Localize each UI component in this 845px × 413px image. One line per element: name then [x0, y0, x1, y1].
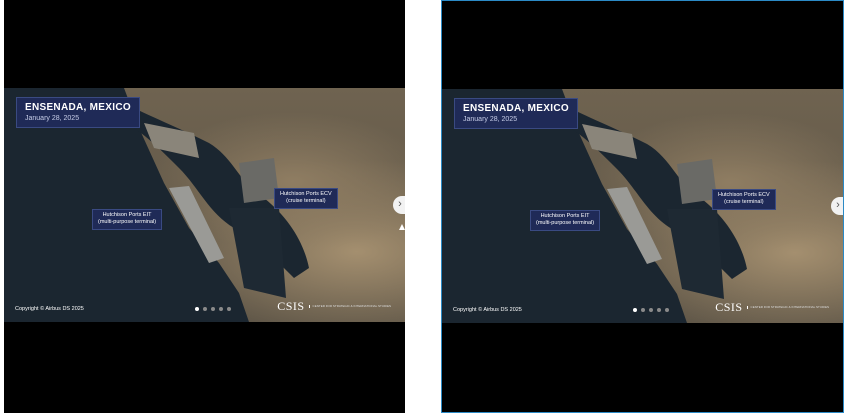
carousel-slide-right[interactable]: ENSENADA, MEXICO January 28, 2025 Hutchi… — [441, 0, 844, 413]
carousel-dot-1[interactable] — [195, 307, 199, 311]
copyright-text: Copyright © Airbus DS 2025 — [453, 307, 522, 313]
label-eit-name: Hutchison Ports EIT — [540, 213, 590, 219]
next-slide-button[interactable]: › — [831, 197, 843, 215]
location-title: ENSENADA, MEXICO — [463, 103, 569, 114]
carousel-dot-4[interactable] — [657, 308, 661, 312]
chevron-right-icon: › — [836, 199, 840, 211]
csis-logo: CSIS CENTER FOR STRATEGIC & INTERNATIONA… — [715, 300, 829, 315]
label-ecv-type: (cruise terminal) — [724, 199, 764, 206]
triangle-icon — [399, 224, 405, 230]
carousel-dot-4[interactable] — [219, 307, 223, 311]
carousel-dot-5[interactable] — [227, 307, 231, 311]
carousel-dot-2[interactable] — [203, 307, 207, 311]
label-eit-type: (multi-purpose terminal) — [536, 220, 595, 227]
next-slide-button[interactable]: › — [393, 196, 405, 214]
carousel-dot-3[interactable] — [211, 307, 215, 311]
carousel-dot-3[interactable] — [649, 308, 653, 312]
satellite-image: ENSENADA, MEXICO January 28, 2025 Hutchi… — [442, 89, 843, 323]
label-hutchison-ecv: Hutchison Ports ECV (cruise terminal) — [274, 188, 338, 209]
label-ecv-type: (cruise terminal) — [286, 198, 326, 205]
location-title-box: ENSENADA, MEXICO January 28, 2025 — [454, 98, 578, 129]
label-hutchison-eit: Hutchison Ports EIT (multi-purpose termi… — [530, 210, 601, 231]
csis-logo-mark: CSIS — [715, 300, 743, 314]
carousel-dot-5[interactable] — [665, 308, 669, 312]
csis-logo-subtitle: CENTER FOR STRATEGIC & INTERNATIONAL STU… — [308, 304, 391, 309]
carousel-dots — [195, 307, 231, 311]
csis-logo-subtitle: CENTER FOR STRATEGIC & INTERNATIONAL STU… — [746, 305, 829, 310]
image-date: January 28, 2025 — [25, 115, 80, 122]
label-ecv-name: Hutchison Ports ECV — [280, 191, 332, 197]
carousel-dot-1[interactable] — [633, 308, 637, 312]
label-eit-name: Hutchison Ports EIT — [102, 212, 152, 218]
carousel-slide-left[interactable]: ENSENADA, MEXICO January 28, 2025 Hutchi… — [4, 0, 405, 413]
copyright-text: Copyright © Airbus DS 2025 — [15, 306, 84, 312]
carousel-dots — [633, 308, 669, 312]
satellite-image: ENSENADA, MEXICO January 28, 2025 Hutchi… — [4, 88, 405, 322]
chevron-right-icon: › — [398, 198, 402, 210]
csis-logo: CSIS CENTER FOR STRATEGIC & INTERNATIONA… — [277, 299, 391, 314]
carousel-dot-2[interactable] — [641, 308, 645, 312]
label-ecv-name: Hutchison Ports ECV — [718, 192, 770, 198]
csis-logo-mark: CSIS — [277, 299, 305, 313]
label-hutchison-ecv: Hutchison Ports ECV (cruise terminal) — [712, 189, 776, 210]
label-hutchison-eit: Hutchison Ports EIT (multi-purpose termi… — [92, 209, 163, 230]
location-title-box: ENSENADA, MEXICO January 28, 2025 — [16, 97, 140, 128]
image-date: January 28, 2025 — [463, 116, 518, 123]
label-eit-type: (multi-purpose terminal) — [98, 219, 157, 226]
location-title: ENSENADA, MEXICO — [25, 102, 131, 113]
